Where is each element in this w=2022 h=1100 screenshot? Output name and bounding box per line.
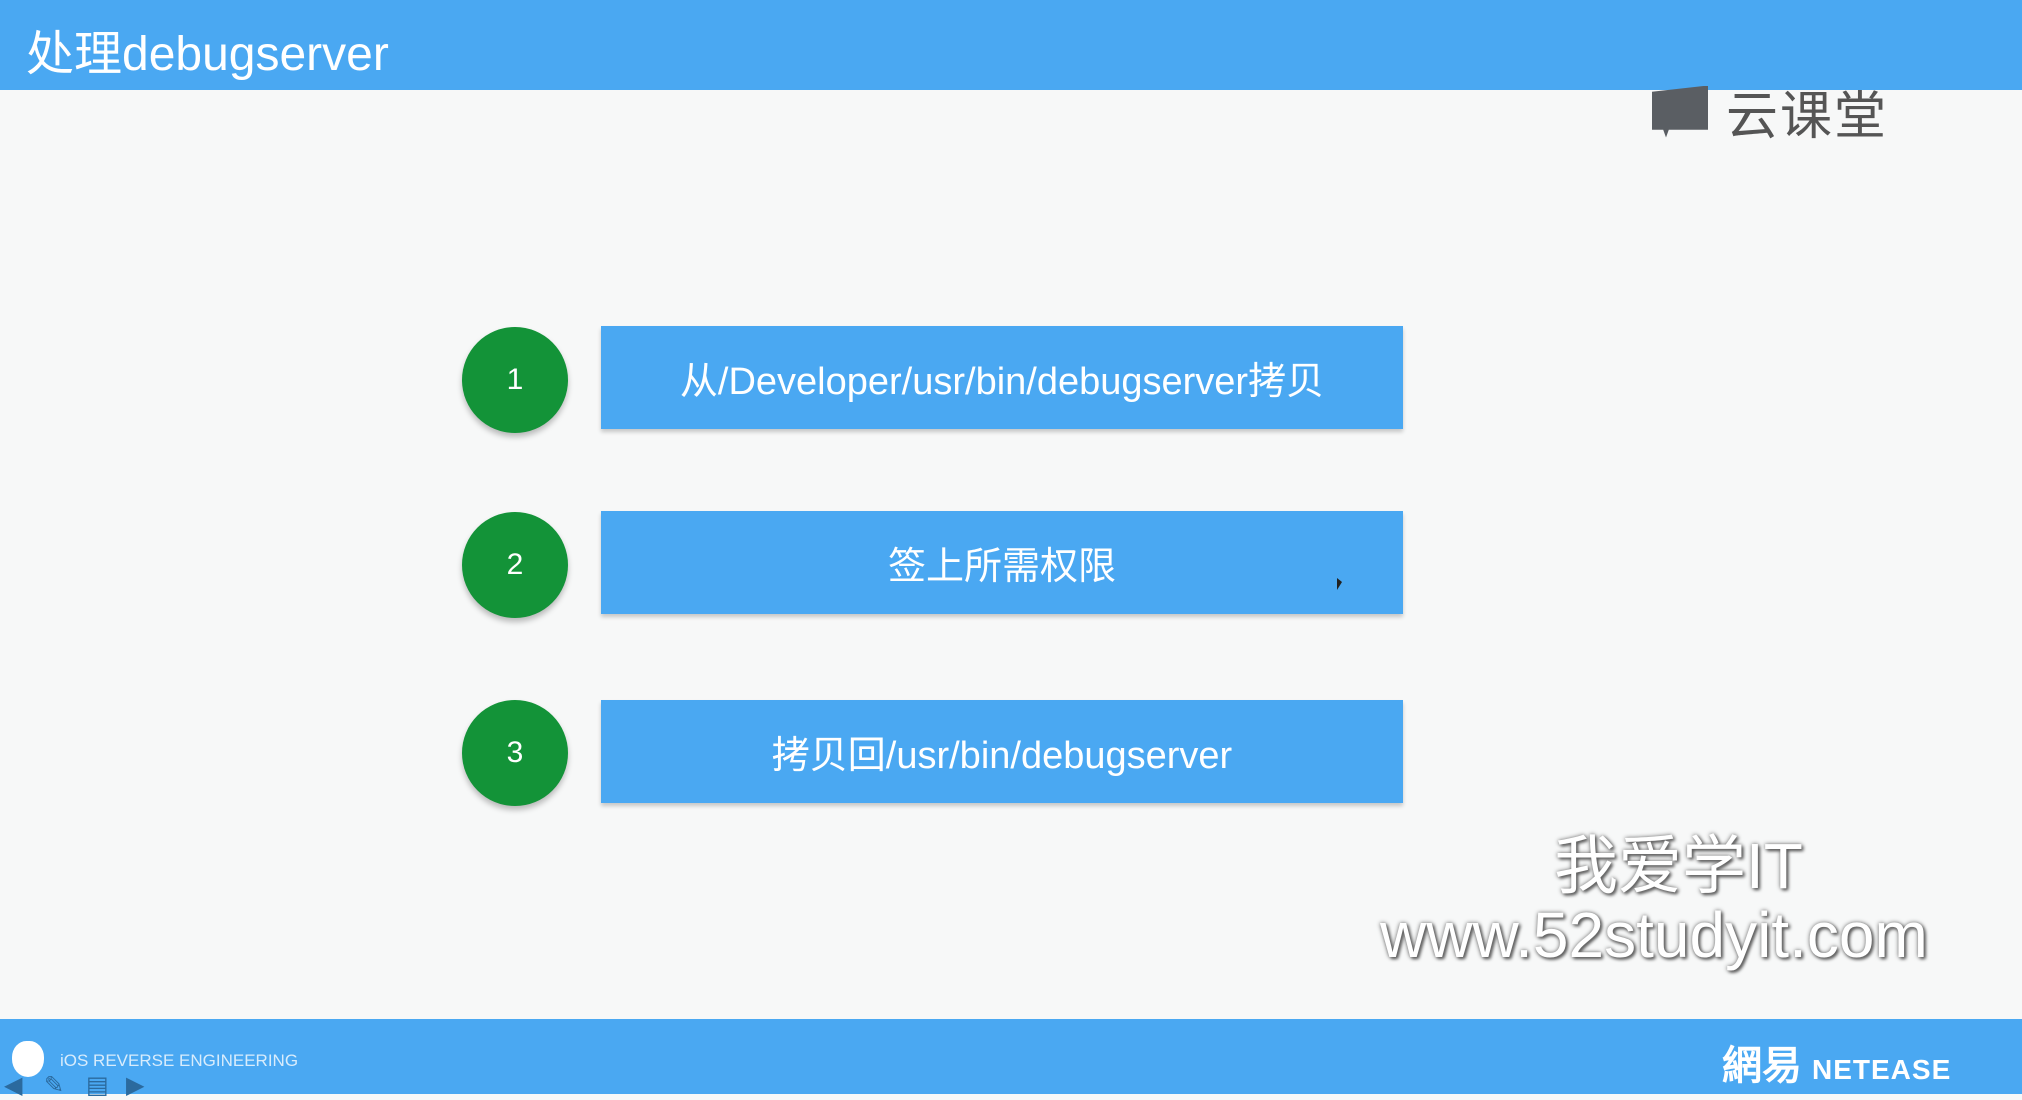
mouse-cursor-icon bbox=[1337, 578, 1342, 590]
yunketang-logo: 云课堂 bbox=[1652, 74, 1888, 149]
pencil-icon[interactable]: ✎ bbox=[44, 1071, 64, 1100]
step-number-1: 1 bbox=[462, 327, 568, 433]
netease-logo: 網易 NETEASE bbox=[1722, 1033, 1951, 1091]
watermark-line2: www.52studyit.com bbox=[1380, 899, 1928, 971]
watermark-line1: 我爱学IT bbox=[1554, 830, 1803, 902]
step-box-2: 签上所需权限 bbox=[601, 511, 1403, 614]
step-number-3: 3 bbox=[462, 700, 568, 806]
step-box-3: 拷贝回/usr/bin/debugserver bbox=[601, 700, 1403, 803]
slide-title: 处理debugserver bbox=[26, 28, 389, 81]
brand-cn: 網易 bbox=[1722, 1044, 1802, 1088]
menu-icon[interactable]: ▤ bbox=[86, 1071, 109, 1100]
book-icon bbox=[1652, 85, 1708, 138]
step-number-2: 2 bbox=[462, 512, 568, 618]
step-box-1: 从/Developer/usr/bin/debugserver拷贝 bbox=[601, 326, 1403, 429]
slide-footer: iOS REVERSE ENGINEERING ◀ ✎ ▤ ▶ 網易 NETEAS… bbox=[0, 1019, 2022, 1099]
brand-en: NETEASE bbox=[1812, 1054, 1952, 1085]
footer-text: iOS REVERSE ENGINEERING bbox=[60, 1051, 299, 1070]
forward-arrow-icon[interactable]: ▶ bbox=[126, 1071, 144, 1100]
back-arrow-icon[interactable]: ◀ bbox=[4, 1071, 22, 1100]
logo-text: 云课堂 bbox=[1726, 88, 1889, 146]
